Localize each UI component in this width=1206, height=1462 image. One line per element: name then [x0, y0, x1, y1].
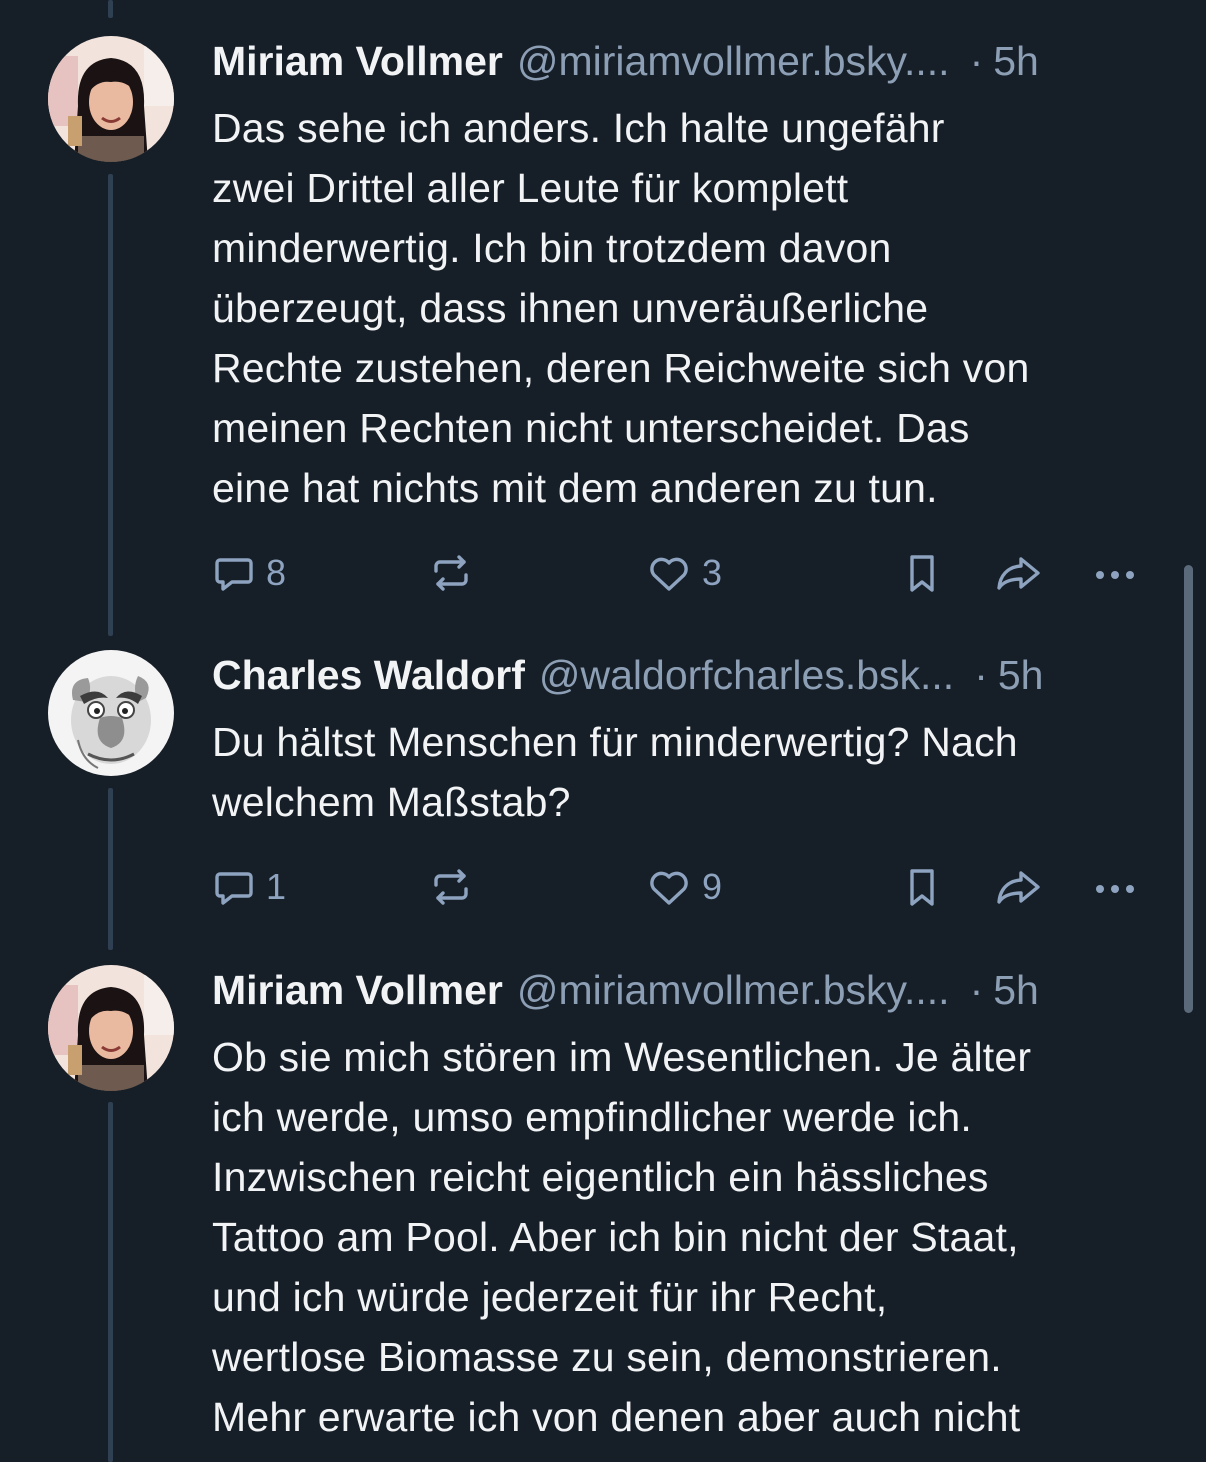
post-timestamp[interactable]: 5h: [998, 650, 1044, 700]
share-arrow-icon: [994, 551, 1044, 595]
post-text: Ob sie mich stören im Wesentlichen. Je ä…: [212, 1034, 1032, 1440]
like-count: 3: [702, 552, 723, 593]
post-1[interactable]: Miriam Vollmer @miriamvollmer.bsky.... ·…: [0, 0, 1206, 640]
ellipsis-icon: [1092, 551, 1138, 595]
post-timestamp[interactable]: 5h: [993, 36, 1039, 86]
author-handle[interactable]: @miriamvollmer.bsky....: [517, 36, 950, 86]
scrollbar[interactable]: [1184, 565, 1193, 1013]
reply-button[interactable]: 1: [212, 862, 286, 912]
post-2[interactable]: Charles Waldorf @waldorfcharles.bsk... ·…: [0, 640, 1206, 954]
post-3[interactable]: Miriam Vollmer @miriamvollmer.bsky.... ·…: [0, 954, 1206, 1462]
avatar-miriam-vollmer[interactable]: [48, 36, 174, 162]
post-actions: 8 3: [212, 548, 1152, 598]
author-handle[interactable]: @miriamvollmer.bsky....: [517, 965, 950, 1015]
reply-count: 1: [266, 866, 287, 907]
speech-bubble-icon: [212, 865, 256, 909]
repost-button[interactable]: [428, 862, 474, 912]
reply-button[interactable]: 8: [212, 548, 286, 598]
ellipsis-icon: [1092, 865, 1138, 909]
author-name[interactable]: Miriam Vollmer: [212, 36, 503, 86]
avatar-charles-waldorf[interactable]: [48, 650, 174, 776]
like-count: 9: [702, 866, 723, 907]
bookmark-button[interactable]: [902, 862, 942, 912]
speech-bubble-icon: [212, 551, 256, 595]
share-button[interactable]: [994, 862, 1044, 912]
share-arrow-icon: [994, 865, 1044, 909]
repost-button[interactable]: [428, 548, 474, 598]
post-header: Miriam Vollmer @miriamvollmer.bsky.... ·…: [212, 965, 1162, 1015]
author-name[interactable]: Miriam Vollmer: [212, 965, 503, 1015]
reply-count: 8: [266, 552, 287, 593]
bookmark-icon: [902, 865, 942, 909]
heart-icon: [646, 865, 692, 909]
like-button[interactable]: 3: [646, 548, 722, 598]
more-options-button[interactable]: [1092, 862, 1138, 912]
post-actions: 1 9: [212, 862, 1152, 912]
post-header: Charles Waldorf @waldorfcharles.bsk... ·…: [212, 650, 1162, 700]
post-text: Du hältst Menschen für minderwertig? Nac…: [212, 719, 1018, 825]
post-timestamp[interactable]: 5h: [993, 965, 1039, 1015]
more-options-button[interactable]: [1092, 548, 1138, 598]
author-handle[interactable]: @waldorfcharles.bsk...: [539, 650, 954, 700]
author-name[interactable]: Charles Waldorf: [212, 650, 525, 700]
heart-icon: [646, 551, 692, 595]
bookmark-icon: [902, 551, 942, 595]
header-separator: ·: [969, 967, 984, 1013]
repost-arrows-icon: [428, 865, 474, 909]
header-separator: ·: [974, 652, 988, 698]
bookmark-button[interactable]: [902, 548, 942, 598]
avatar-miriam-vollmer[interactable]: [48, 965, 174, 1091]
header-separator: ·: [969, 38, 984, 84]
post-header: Miriam Vollmer @miriamvollmer.bsky.... ·…: [212, 36, 1162, 86]
post-text: Das sehe ich anders. Ich halte ungefähr …: [212, 105, 1030, 511]
like-button[interactable]: 9: [646, 862, 722, 912]
share-button[interactable]: [994, 548, 1044, 598]
repost-arrows-icon: [428, 551, 474, 595]
